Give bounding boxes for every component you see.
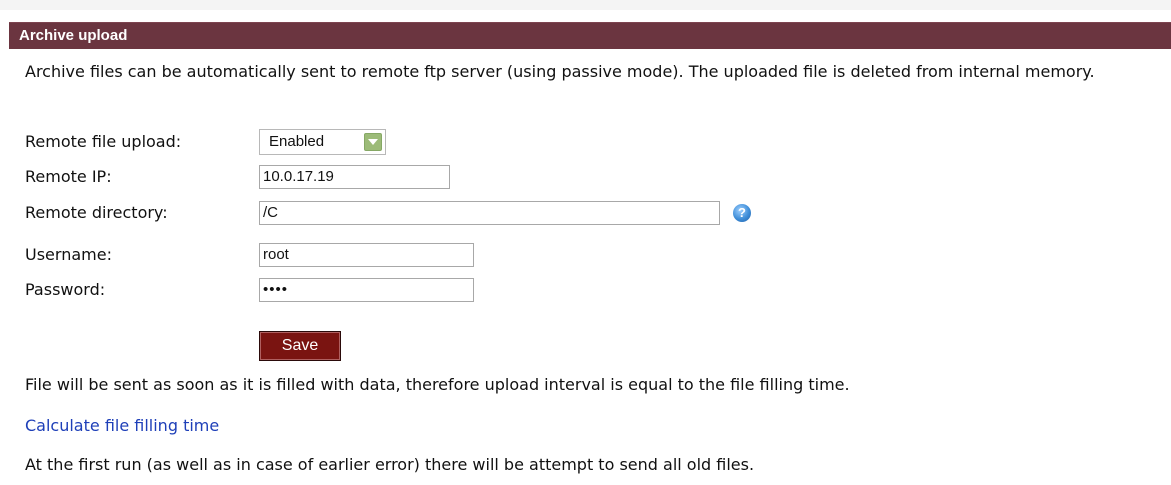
first-run-note: At the first run (as well as in case of … xyxy=(25,455,755,474)
remote-upload-select[interactable]: Enabled xyxy=(259,129,386,155)
remote-ip-row: Remote IP: 10.0.17.19 xyxy=(25,162,1155,192)
username-label: Username: xyxy=(25,245,112,264)
remote-ip-input[interactable]: 10.0.17.19 xyxy=(259,165,450,189)
remote-directory-input[interactable]: /C xyxy=(259,201,720,225)
username-input[interactable]: root xyxy=(259,243,474,267)
remote-upload-label: Remote file upload: xyxy=(25,132,182,151)
chevron-down-icon[interactable] xyxy=(364,133,382,151)
intro-text: Archive files can be automatically sent … xyxy=(25,62,1095,81)
remote-upload-select-value: Enabled xyxy=(269,133,325,150)
remote-directory-label: Remote directory: xyxy=(25,203,168,222)
question-help-icon[interactable]: ? xyxy=(733,204,751,222)
remote-directory-row: Remote directory: /C ? xyxy=(25,198,1155,228)
section-header: Archive upload xyxy=(9,22,1171,49)
password-label: Password: xyxy=(25,280,106,299)
interval-note: File will be sent as soon as it is fille… xyxy=(25,375,850,394)
calculate-filling-time-link[interactable]: Calculate file filling time xyxy=(25,415,219,437)
save-button[interactable]: Save xyxy=(259,331,341,361)
username-row: Username: root xyxy=(25,240,1155,270)
top-strip xyxy=(0,0,1171,10)
password-input[interactable]: •••• xyxy=(259,278,474,302)
password-row: Password: •••• xyxy=(25,275,1155,305)
archive-upload-panel: Archive upload Archive files can be auto… xyxy=(9,22,1171,485)
remote-ip-label: Remote IP: xyxy=(25,167,112,186)
remote-upload-row: Remote file upload: Enabled xyxy=(25,127,1155,157)
